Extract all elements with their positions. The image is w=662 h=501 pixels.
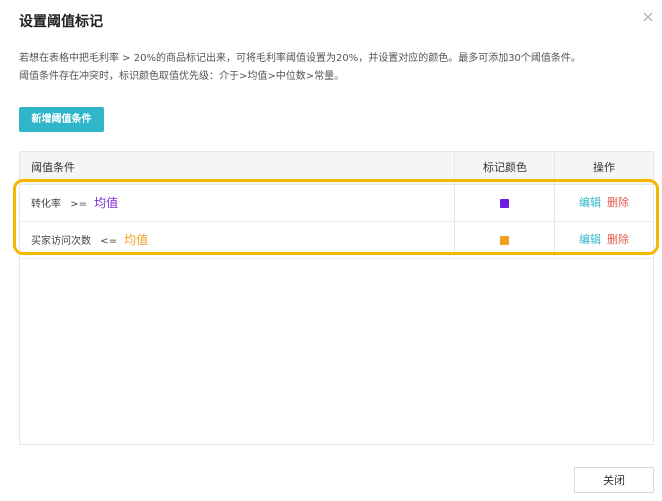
dialog-description: 若想在表格中把毛利率 > 20%的商品标记出来，可将毛利率阈值设置为20%，并设… [19,50,649,86]
header-color: 标记颜色 [483,161,527,174]
row-condition: 转化率 >= 均值 [31,185,118,223]
row-operator: >= [70,199,87,210]
row-operator: <= [100,236,117,247]
row-metric: 转化率 [31,199,61,210]
row-value: 均值 [124,233,149,247]
dialog-title: 设置阈值标记 [19,14,103,30]
close-button[interactable]: 关闭 [574,467,654,493]
table-row: 转化率 >= 均值 编辑 删除 [20,185,653,222]
header-condition: 阈值条件 [31,161,75,174]
table-row: 买家访问次数 <= 均值 编辑 删除 [20,222,653,259]
description-line-2: 阈值条件存在冲突时，标识颜色取值优先级：介于>均值>中位数>常量。 [19,71,345,82]
row-actions: 编辑 删除 [555,222,653,258]
description-line-1: 若想在表格中把毛利率 > 20%的商品标记出来，可将毛利率阈值设置为20%，并设… [19,53,581,64]
color-swatch [500,236,509,245]
delete-button[interactable]: 删除 [607,196,629,209]
add-threshold-button[interactable]: 新增阈值条件 [19,107,104,132]
row-actions: 编辑 删除 [555,185,653,221]
edit-button[interactable]: 编辑 [579,233,601,246]
threshold-dialog: 设置阈值标记 若想在表格中把毛利率 > 20%的商品标记出来，可将毛利率阈值设置… [0,0,662,501]
row-color-cell [455,185,555,221]
row-color-cell [455,222,555,258]
edit-button[interactable]: 编辑 [579,196,601,209]
row-value: 均值 [94,196,119,210]
color-swatch [500,199,509,208]
table-header: 阈值条件 标记颜色 操作 [20,152,653,185]
header-actions: 操作 [593,161,615,174]
delete-button[interactable]: 删除 [607,233,629,246]
row-metric: 买家访问次数 [31,236,91,247]
row-condition: 买家访问次数 <= 均值 [31,222,148,260]
close-icon[interactable] [640,9,656,25]
threshold-table: 阈值条件 标记颜色 操作 转化率 >= 均值 编辑 删除 买家访问次数 <= 均值 [19,151,654,445]
